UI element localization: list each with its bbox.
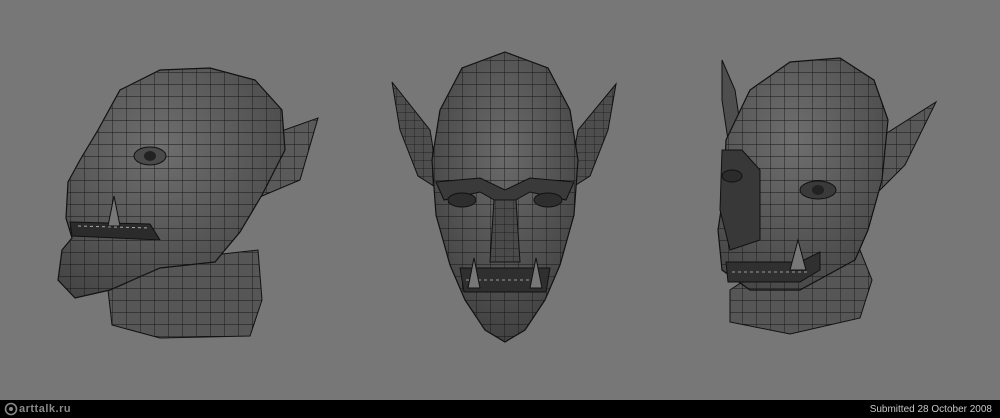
logo-text: arttalk.ru (19, 403, 72, 415)
head-right-view (717, 57, 938, 335)
render-viewport: arttalk.ru Submitted 28 October 2008 (0, 0, 1000, 418)
submitted-date: Submitted 28 October 2008 (869, 403, 992, 415)
head-left-view (57, 67, 319, 339)
footer-bar: arttalk.ru Submitted 28 October 2008 (0, 400, 1000, 418)
head-front-view (391, 51, 617, 343)
wireframe-render (57, 51, 938, 343)
logo-icon (4, 402, 18, 416)
site-logo[interactable]: arttalk.ru (0, 400, 71, 418)
